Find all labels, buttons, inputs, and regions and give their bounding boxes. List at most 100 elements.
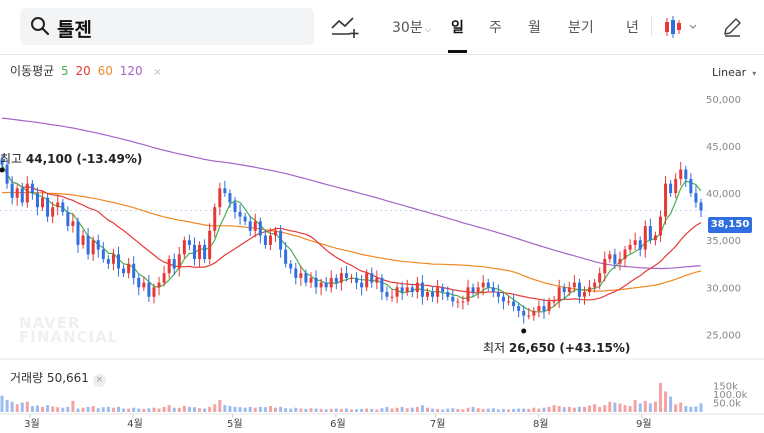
scale-label: Linear (712, 66, 747, 79)
high-annotation: 최고 44,100 (-13.49%) (0, 150, 142, 167)
volume-bar (91, 406, 95, 412)
candle-body (334, 277, 338, 283)
volume-bar (25, 401, 29, 412)
volume-bar (583, 406, 586, 412)
volume-bar (350, 409, 353, 412)
candle-body (522, 310, 526, 316)
volume-bar (157, 408, 161, 412)
candle-body (198, 244, 202, 260)
volume-bar (5, 400, 9, 412)
scale-dropdown[interactable]: Linear ▾ (712, 66, 756, 79)
volume-close-icon[interactable]: × (92, 374, 106, 387)
candle-body (142, 282, 146, 288)
low-marker (521, 328, 527, 334)
volume-bar (289, 408, 293, 412)
candle-body (441, 287, 445, 293)
volume-bar (532, 407, 536, 412)
volume-bar (208, 406, 212, 412)
volume-bar (142, 408, 146, 412)
candle-body (466, 287, 470, 302)
volume-bar (380, 408, 384, 412)
volume-bar (228, 406, 232, 412)
ma-close-icon[interactable]: × (153, 67, 161, 78)
volume-bar (15, 404, 19, 412)
candle-body (562, 287, 566, 293)
candle-body (415, 282, 419, 293)
volume-bar (86, 406, 90, 412)
volume-bar (106, 406, 110, 412)
candle-body (20, 188, 24, 203)
volume-bar (643, 400, 647, 412)
volume-bar (588, 405, 592, 412)
volume-bar (299, 408, 303, 412)
candle-body (547, 301, 551, 311)
volume-tick-label: 50.0k (713, 398, 741, 409)
candle-body (496, 292, 500, 297)
candle-body (501, 296, 505, 302)
candle-body (638, 240, 642, 250)
y-tick-label: 30,000 (706, 283, 741, 294)
candle-body (111, 254, 115, 264)
volume-bar (577, 406, 581, 412)
candle-body (152, 287, 156, 297)
candle-body (314, 277, 318, 288)
volume-bar (674, 404, 678, 412)
volume-bar (431, 408, 435, 412)
candle-body (567, 287, 571, 293)
x-tick-label: 7월 (430, 418, 446, 430)
volume-bar (360, 408, 364, 412)
volume-bar (284, 408, 288, 412)
candle-body (410, 287, 414, 293)
candle-body (699, 202, 703, 211)
low-value: 26,650 (+43.15%) (508, 341, 631, 355)
volume-bar (253, 407, 257, 412)
candle-body (694, 193, 698, 203)
volume-bar (547, 406, 551, 412)
volume-bar (542, 407, 546, 412)
candle-body (41, 197, 45, 208)
candle-body (380, 277, 384, 293)
volume-bar (679, 402, 683, 412)
volume-bar (420, 405, 424, 412)
candle-body (557, 287, 561, 302)
candle-body (512, 301, 516, 307)
x-tick-label: 6월 (330, 418, 346, 430)
volume-bar (562, 407, 566, 412)
candle-body (274, 230, 278, 236)
volume-bar (258, 406, 262, 412)
volume-bar (689, 406, 693, 412)
candle-body (451, 296, 455, 302)
candle-body (395, 287, 399, 297)
candle-body (572, 282, 576, 288)
volume-bar (410, 407, 414, 412)
volume-bar (192, 407, 196, 412)
candle-body (674, 178, 678, 194)
volume-bar (461, 409, 465, 412)
volume-bar (127, 408, 131, 412)
candle-body (66, 211, 70, 227)
candle-body (71, 221, 75, 227)
volume-bar (491, 408, 495, 412)
candle-body (218, 188, 222, 208)
volume-bar (223, 405, 227, 412)
volume-bar (446, 408, 450, 412)
volume-bar (633, 400, 637, 412)
candle-body (588, 287, 592, 293)
volume-bar (507, 409, 511, 412)
candle-body (491, 287, 495, 293)
volume-bar (243, 407, 247, 412)
candle-body (405, 287, 409, 293)
ma-20-label: 20 (75, 64, 91, 78)
volume-bar (344, 408, 348, 412)
high-prefix: 최고 (0, 152, 26, 166)
candle-body (30, 183, 34, 194)
candle-body (96, 240, 100, 250)
volume-bar (593, 404, 597, 412)
candle-body (658, 216, 662, 236)
volume-bar (309, 408, 313, 412)
candle-body (583, 292, 586, 297)
candle-body (15, 188, 19, 198)
volume-bar (684, 406, 688, 412)
candle-body (385, 292, 389, 297)
volume-bar (476, 408, 480, 412)
